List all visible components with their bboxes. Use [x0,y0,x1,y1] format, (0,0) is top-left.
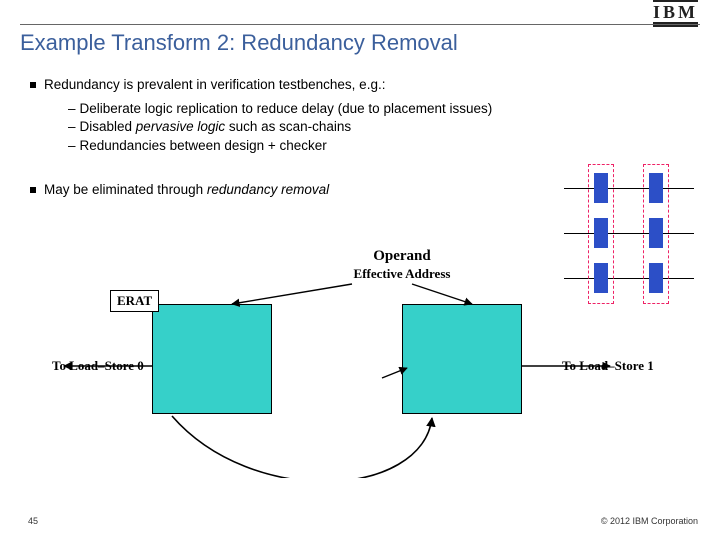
header-divider [20,24,700,25]
bullet-1: Redundancy is prevalent in verification … [30,76,696,94]
architecture-diagram: Operand Effective Address ERAT To Load–S… [52,248,642,478]
redundancy-group-2 [643,164,669,304]
wires-svg [52,248,642,478]
bullet-1-text: Redundancy is prevalent in verification … [44,77,385,92]
sub-bullet-3: –Redundancies between design + checker [68,137,696,155]
sub-bullet-2: –Disabled pervasive logic such as scan-c… [68,118,696,136]
bullet-square-icon [30,82,36,88]
slide-title: Example Transform 2: Redundancy Removal [20,30,458,56]
brand-logo: IBM [653,2,698,23]
sub-bullet-1: –Deliberate logic replication to reduce … [68,100,696,118]
copyright-text: © 2012 IBM Corporation [601,516,698,526]
page-number: 45 [28,516,38,526]
bullet-square-icon [30,187,36,193]
